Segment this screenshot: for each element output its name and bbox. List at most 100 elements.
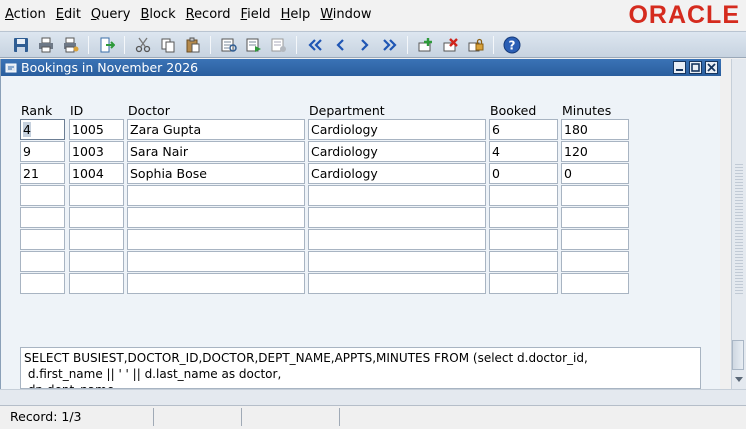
menu-help[interactable]: Help <box>276 0 316 30</box>
execute-query-icon[interactable] <box>244 35 264 55</box>
scroll-down-icon[interactable] <box>732 373 746 387</box>
menu-edit[interactable]: Edit <box>51 0 86 30</box>
field-rank[interactable] <box>20 185 65 206</box>
toolbar-separator <box>88 35 89 54</box>
cancel-query-icon[interactable] <box>269 35 289 55</box>
field-booked[interactable]: 4 <box>489 141 558 162</box>
field-rank[interactable]: 21 <box>20 163 65 184</box>
field-id[interactable]: 1004 <box>69 163 124 184</box>
window-title: Bookings in November 2026 <box>21 60 199 75</box>
help-icon[interactable]: ? <box>502 35 522 55</box>
print-setup-icon[interactable] <box>61 35 81 55</box>
field-rank[interactable] <box>20 229 65 250</box>
field-doctor[interactable] <box>127 273 305 294</box>
menu-field[interactable]: Field <box>236 0 276 30</box>
exit-icon[interactable] <box>97 35 117 55</box>
toolbar-separator <box>124 35 125 54</box>
sql-query-field[interactable]: SELECT BUSIEST,DOCTOR_ID,DOCTOR,DEPT_NAM… <box>20 347 701 389</box>
field-booked[interactable] <box>489 207 558 228</box>
menu-action[interactable]: Action <box>0 0 51 30</box>
column-header-booked: Booked <box>490 103 537 118</box>
field-doctor[interactable] <box>127 185 305 206</box>
svg-text:?: ? <box>508 38 515 52</box>
field-department[interactable] <box>308 273 486 294</box>
menu-window[interactable]: Window <box>315 0 376 30</box>
column-header-id: ID <box>70 103 84 118</box>
last-record-icon[interactable] <box>380 35 400 55</box>
previous-record-icon[interactable] <box>330 35 350 55</box>
horizontal-scrollbar[interactable] <box>0 389 746 405</box>
field-doctor[interactable] <box>127 251 305 272</box>
field-rank[interactable]: 4 <box>20 119 65 140</box>
next-record-icon[interactable] <box>355 35 375 55</box>
field-id[interactable]: 1005 <box>69 119 124 140</box>
field-minutes[interactable] <box>561 273 629 294</box>
field-minutes[interactable] <box>561 207 629 228</box>
scroll-grip <box>735 164 743 294</box>
field-rank[interactable] <box>20 207 65 228</box>
field-doctor[interactable] <box>127 229 305 250</box>
maximize-icon[interactable] <box>689 61 702 74</box>
field-id[interactable] <box>69 207 124 228</box>
field-rank[interactable] <box>20 273 65 294</box>
field-id[interactable] <box>69 251 124 272</box>
field-booked[interactable]: 6 <box>489 119 558 140</box>
column-header-doctor: Doctor <box>128 103 170 118</box>
toolbar-separator <box>296 35 297 54</box>
field-department[interactable] <box>308 251 486 272</box>
field-minutes[interactable] <box>561 229 629 250</box>
toolbar-separator <box>210 35 211 54</box>
delete-record-icon[interactable] <box>441 35 461 55</box>
field-booked[interactable] <box>489 273 558 294</box>
field-doctor[interactable]: Zara Gupta <box>127 119 305 140</box>
menu-block[interactable]: Block <box>135 0 180 30</box>
form-icon <box>4 61 18 75</box>
field-id[interactable] <box>69 185 124 206</box>
field-doctor[interactable]: Sophia Bose <box>127 163 305 184</box>
minimize-icon[interactable] <box>673 61 686 74</box>
field-booked[interactable] <box>489 251 558 272</box>
column-header-minutes: Minutes <box>562 103 612 118</box>
status-record: Record: 1/3 <box>10 408 154 426</box>
field-id[interactable]: 1003 <box>69 141 124 162</box>
lock-record-icon[interactable] <box>466 35 486 55</box>
field-department[interactable]: Cardiology <box>308 119 486 140</box>
field-department[interactable] <box>308 207 486 228</box>
field-booked[interactable] <box>489 229 558 250</box>
close-icon[interactable] <box>705 61 718 74</box>
field-booked[interactable]: 0 <box>489 163 558 184</box>
field-department[interactable]: Cardiology <box>308 141 486 162</box>
save-icon[interactable] <box>11 35 31 55</box>
insert-record-icon[interactable] <box>416 35 436 55</box>
window-titlebar: Bookings in November 2026 <box>1 59 721 76</box>
menu-query[interactable]: Query <box>86 0 136 30</box>
text-cursor-selection: 4 <box>23 122 31 137</box>
menu-record[interactable]: Record <box>181 0 236 30</box>
field-department[interactable] <box>308 185 486 206</box>
status-segment <box>154 408 242 426</box>
field-minutes[interactable] <box>561 251 629 272</box>
field-minutes[interactable]: 180 <box>561 119 629 140</box>
field-department[interactable]: Cardiology <box>308 163 486 184</box>
field-doctor[interactable]: Sara Nair <box>127 141 305 162</box>
field-booked[interactable] <box>489 185 558 206</box>
vertical-scroll-thumb[interactable] <box>732 340 744 370</box>
field-minutes[interactable] <box>561 185 629 206</box>
status-segment <box>242 408 340 426</box>
field-doctor[interactable] <box>127 207 305 228</box>
print-icon[interactable] <box>36 35 56 55</box>
field-rank[interactable] <box>20 251 65 272</box>
paste-icon[interactable] <box>183 35 203 55</box>
toolbar-separator <box>493 35 494 54</box>
field-id[interactable] <box>69 273 124 294</box>
cut-icon[interactable] <box>133 35 153 55</box>
first-record-icon[interactable] <box>305 35 325 55</box>
enter-query-icon[interactable] <box>219 35 239 55</box>
field-id[interactable] <box>69 229 124 250</box>
field-department[interactable] <box>308 229 486 250</box>
copy-icon[interactable] <box>158 35 178 55</box>
status-bar: Record: 1/3 <box>0 405 746 429</box>
field-minutes[interactable]: 120 <box>561 141 629 162</box>
field-minutes[interactable]: 0 <box>561 163 629 184</box>
field-rank[interactable]: 9 <box>20 141 65 162</box>
